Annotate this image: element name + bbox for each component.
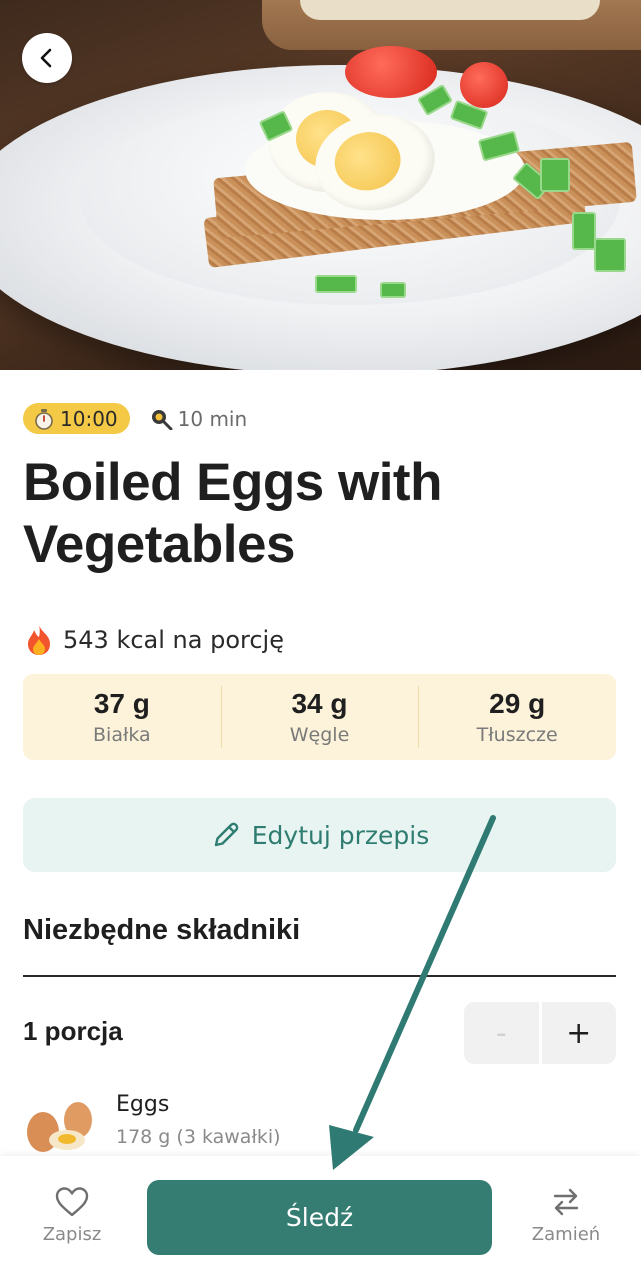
- macro-fat: 29 g Tłuszcze: [418, 674, 616, 760]
- ingredient-name: Eggs: [116, 1092, 170, 1117]
- time-badge-text: 10:00: [60, 406, 118, 431]
- increase-servings-button[interactable]: +: [538, 1002, 617, 1064]
- chive: [594, 238, 626, 272]
- ingredient-amount: 178 g (3 kawałki): [116, 1126, 281, 1148]
- recipe-meta: 10:00 10 min: [23, 403, 247, 434]
- macro-value: 37 g: [93, 688, 150, 719]
- edit-recipe-label: Edytuj przepis: [251, 820, 430, 850]
- macro-value: 29 g: [489, 688, 546, 719]
- egg-image: [23, 1088, 97, 1158]
- section-divider: [23, 975, 616, 977]
- fire-icon: [28, 625, 50, 655]
- duration: 10 min: [150, 406, 248, 431]
- stopwatch-icon: [35, 408, 53, 430]
- ingredients-heading: Niezbędne składniki: [23, 914, 301, 946]
- pencil-icon: [214, 822, 239, 847]
- edit-recipe-button[interactable]: Edytuj przepis: [23, 798, 616, 872]
- board-food: [300, 0, 600, 20]
- time-badge: 10:00: [23, 403, 130, 434]
- macro-label: Tłuszcze: [476, 724, 558, 746]
- macro-label: Białka: [93, 724, 151, 746]
- bottom-action-bar: Zapisz Śledź Zamień: [0, 1156, 641, 1280]
- tomato: [460, 62, 508, 108]
- chive: [315, 275, 357, 293]
- back-arrow-icon: [40, 48, 52, 68]
- chive: [572, 212, 596, 250]
- heart-icon: [55, 1187, 89, 1217]
- save-label: Zapisz: [42, 1224, 102, 1245]
- macros-panel: 37 g Białka 34 g Węgle 29 g Tłuszcze: [23, 674, 616, 760]
- save-button[interactable]: Zapisz: [27, 1186, 117, 1245]
- swap-icon: [553, 1188, 579, 1216]
- decrease-servings-button[interactable]: -: [464, 1002, 539, 1064]
- macro-carbs: 34 g Węgle: [220, 674, 419, 760]
- back-button[interactable]: [22, 33, 72, 83]
- servings-count: 1 porcja: [23, 1016, 123, 1046]
- chive: [380, 282, 406, 298]
- macro-protein: 37 g Białka: [23, 674, 221, 760]
- frying-pan-icon: [151, 409, 173, 430]
- chive: [540, 158, 570, 192]
- duration-text: 10 min: [177, 406, 248, 431]
- recipe-title: Boiled Eggs with Vegetables: [23, 453, 442, 574]
- tomato: [345, 46, 437, 98]
- servings-stepper: - +: [464, 1002, 616, 1064]
- calories: 543 kcal na porcję: [25, 624, 284, 656]
- track-button[interactable]: Śledź: [147, 1180, 492, 1255]
- ingredient-item[interactable]: Eggs 178 g (3 kawałki): [23, 1088, 616, 1158]
- macro-value: 34 g: [291, 688, 348, 719]
- swap-label: Zamień: [531, 1224, 601, 1245]
- recipe-hero-image: [0, 0, 641, 370]
- swap-button[interactable]: Zamień: [521, 1186, 611, 1245]
- calories-text: 543 kcal na porcję: [63, 626, 284, 654]
- macro-label: Węgle: [289, 724, 350, 746]
